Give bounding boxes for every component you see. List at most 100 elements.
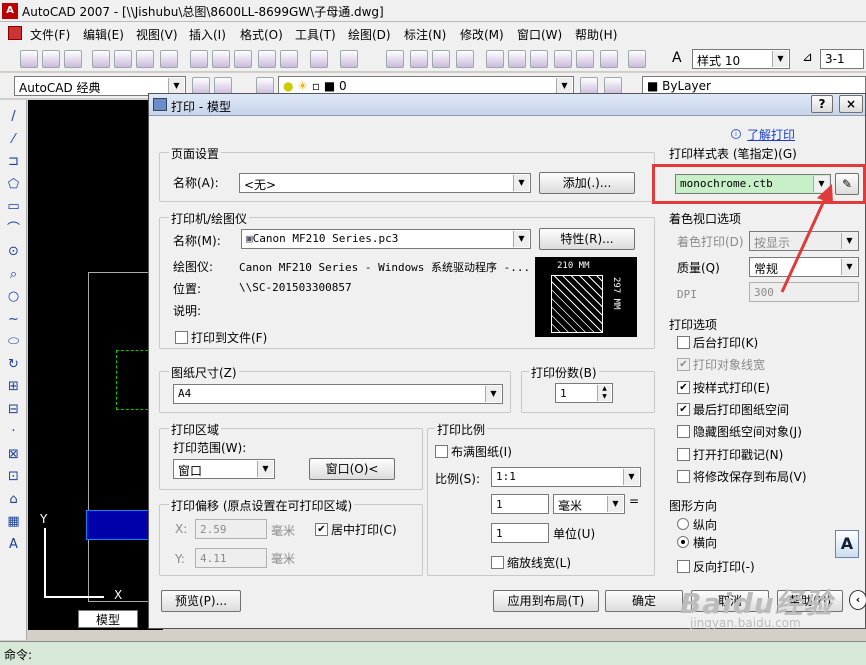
apply-to-layout-button[interactable]: 应用到布局(T) (493, 590, 599, 612)
text-style-combo[interactable]: 样式 10 ▼ (692, 49, 790, 69)
menu-dimension[interactable]: 标注(N) (404, 26, 446, 43)
draw-tool-icon-10[interactable]: ⬭ (5, 333, 22, 350)
draw-tool-icon-3[interactable]: ⬠ (5, 176, 22, 193)
publish-icon[interactable] (136, 50, 154, 68)
new-icon[interactable] (20, 50, 38, 68)
copies-spinner[interactable]: 1 ▲ ▼ (555, 383, 613, 403)
draw-tool-icon-0[interactable]: / (5, 108, 22, 125)
plot-range-combo[interactable]: 窗口 ▼ (173, 459, 275, 479)
drawing-canvas[interactable]: Y X 模型 (28, 100, 163, 630)
dim-style-icon: ⊿ (802, 50, 813, 65)
scale-units-combo[interactable]: 毫米 ▼ (553, 494, 625, 514)
plot-dialog: 打印 - 模型 ? × i 了解打印 页面设置 名称(A): <无> ▼ 添加(.… (148, 93, 866, 629)
3d-dwf-icon[interactable] (160, 50, 178, 68)
draw-tool-icon-17[interactable]: ⌂ (5, 491, 22, 508)
paste-icon[interactable] (234, 50, 252, 68)
sheet-set-icon[interactable] (554, 50, 572, 68)
plot-option-checkbox-5[interactable] (677, 447, 690, 461)
help-question-button[interactable]: ? (811, 95, 833, 113)
offset-y-input[interactable]: 4.11 (195, 548, 267, 568)
menu-insert[interactable]: 插入(I) (189, 26, 226, 43)
plot-option-checkbox-1[interactable]: ✔ (677, 358, 690, 372)
zoom-previous-icon[interactable] (456, 50, 474, 68)
draw-tool-icon-7[interactable]: ⌕ (5, 266, 22, 283)
open-icon[interactable] (42, 50, 60, 68)
menu-draw[interactable]: 绘图(D) (348, 26, 391, 43)
printer-title: 打印机/绘图仪 (169, 210, 250, 227)
draw-tool-icon-4[interactable]: ▭ (5, 198, 22, 215)
menu-tools[interactable]: 工具(T) (295, 26, 336, 43)
pan-icon[interactable] (386, 50, 404, 68)
match-properties-icon[interactable] (258, 50, 276, 68)
dim-style-combo[interactable]: 3-1 (820, 49, 864, 69)
menu-help[interactable]: 帮助(H) (575, 26, 617, 43)
draw-tool-icon-5[interactable]: ⌒ (5, 221, 22, 238)
reverse-plot-checkbox[interactable] (677, 560, 690, 573)
plot-option-checkbox-0[interactable] (677, 336, 690, 349)
properties-icon[interactable] (486, 50, 504, 68)
scale-drawing-units-input[interactable]: 1 (491, 523, 549, 543)
plot-icon[interactable] (92, 50, 110, 68)
plot-preview-icon[interactable] (114, 50, 132, 68)
window-select-button[interactable]: 窗口(O)< (309, 458, 395, 480)
plot-option-checkbox-4[interactable] (677, 425, 690, 439)
ok-button[interactable]: 确定 (605, 590, 683, 612)
redo-icon[interactable] (340, 50, 358, 68)
draw-tool-icon-2[interactable]: ⊐ (5, 153, 22, 170)
draw-tool-icon-11[interactable]: ↻ (5, 356, 22, 373)
plot-option-checkbox-2[interactable]: ✔ (677, 380, 690, 394)
add-page-setup-button[interactable]: 添加(.)... (539, 172, 635, 194)
draw-tool-icon-14[interactable]: · (5, 423, 22, 440)
markup-icon[interactable] (576, 50, 594, 68)
paper-size-combo[interactable]: A4 ▼ (173, 384, 503, 404)
draw-tool-icon-13[interactable]: ⊟ (5, 401, 22, 418)
command-line[interactable]: 命令: (0, 641, 866, 665)
cut-icon[interactable] (190, 50, 208, 68)
save-icon[interactable] (64, 50, 82, 68)
menu-edit[interactable]: 编辑(E) (83, 26, 124, 43)
menu-window[interactable]: 窗口(W) (517, 26, 562, 43)
learn-plotting-link[interactable]: 了解打印 (747, 126, 795, 143)
scale-combo[interactable]: 1:1 ▼ (491, 467, 641, 487)
draw-tool-icon-12[interactable]: ⊞ (5, 378, 22, 395)
fit-paper-checkbox[interactable] (435, 445, 448, 458)
zoom-realtime-icon[interactable] (410, 50, 428, 68)
printer-properties-button[interactable]: 特性(R)... (539, 228, 635, 250)
page-setup-name-combo[interactable]: <无> ▼ (239, 173, 531, 193)
menu-format[interactable]: 格式(O) (240, 26, 283, 43)
zoom-window-icon[interactable] (432, 50, 450, 68)
draw-tool-icon-16[interactable]: ⊡ (5, 468, 22, 485)
draw-tool-icon-6[interactable]: ⊙ (5, 243, 22, 260)
calculator-icon[interactable] (600, 50, 618, 68)
preview-button[interactable]: 预览(P)... (161, 590, 241, 612)
draw-tool-icon-15[interactable]: ⊠ (5, 446, 22, 463)
copy-icon[interactable] (212, 50, 230, 68)
menu-modify[interactable]: 修改(M) (460, 26, 504, 43)
scale-paper-units-input[interactable]: 1 (491, 494, 549, 514)
design-center-icon[interactable] (508, 50, 526, 68)
close-button[interactable]: × (839, 95, 863, 113)
scale-lineweights-checkbox[interactable] (491, 556, 504, 569)
printer-name-combo[interactable]: ▣Canon MF210 Series.pc3 ▼ (241, 229, 531, 249)
menu-file[interactable]: 文件(F) (30, 26, 70, 43)
undo-icon[interactable] (310, 50, 328, 68)
plot-option-checkbox-6[interactable] (677, 469, 690, 483)
block-editor-icon[interactable] (280, 50, 298, 68)
menu-view[interactable]: 视图(V) (136, 26, 178, 43)
draw-tool-icon-18[interactable]: ▦ (5, 513, 22, 530)
portrait-radio[interactable] (677, 518, 689, 530)
draw-tool-icon-8[interactable]: ○ (5, 288, 22, 305)
center-plot-checkbox[interactable]: ✔ (315, 523, 328, 536)
baidu-watermark-url: jingyan.baidu.com (690, 616, 801, 630)
plot-option-checkbox-3[interactable]: ✔ (677, 402, 690, 416)
expand-collapse-icon[interactable]: ‹ (849, 590, 866, 610)
draw-tool-icon-9[interactable]: ∼ (5, 311, 22, 328)
help-icon[interactable] (628, 50, 646, 68)
offset-x-input[interactable]: 2.59 (195, 519, 267, 539)
draw-tool-icon-19[interactable]: A (5, 536, 22, 553)
tool-palettes-icon[interactable] (530, 50, 548, 68)
print-to-file-checkbox[interactable] (175, 331, 188, 344)
draw-tool-icon-1[interactable]: ⁄ (5, 131, 22, 148)
model-tab[interactable]: 模型 (78, 610, 138, 628)
landscape-radio[interactable] (677, 536, 689, 548)
